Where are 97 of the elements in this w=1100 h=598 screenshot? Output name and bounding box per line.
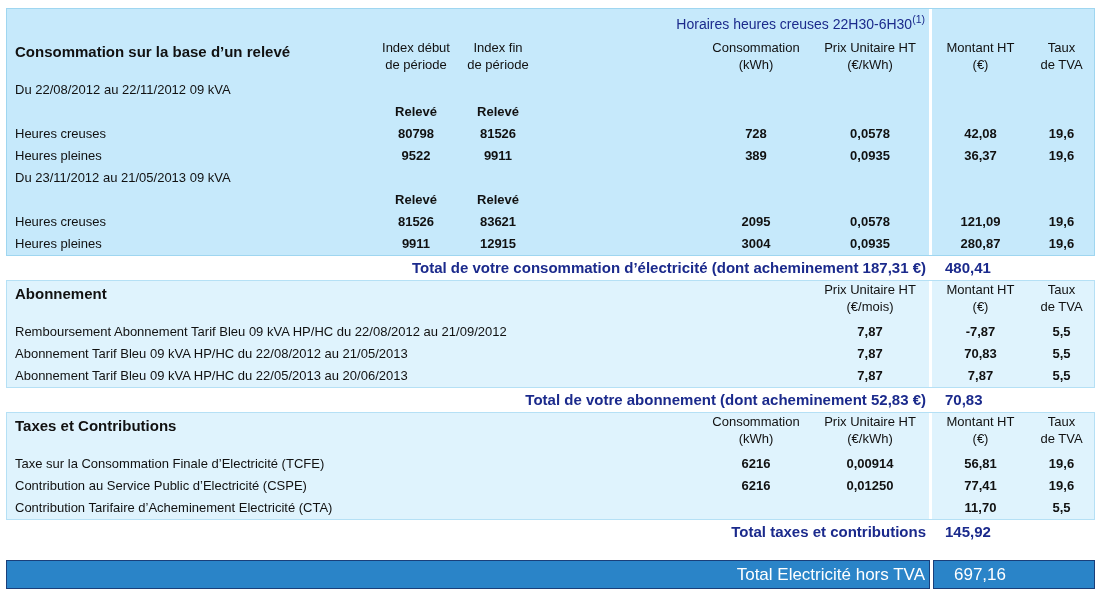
column-header: de TVA: [1039, 430, 1084, 447]
period-label: Du 23/11/2012 au 21/05/2013 09 kVA: [15, 169, 231, 188]
table-cell: 81526: [479, 126, 517, 142]
row-label: Abonnement Tarif Bleu 09 kVA HP/HC du 22/08/2012 au 21/05/2013: [15, 346, 408, 362]
total-label: Total taxes et contributions: [731, 521, 926, 542]
table-cell: 9911: [401, 236, 431, 252]
table-cell: 12915: [479, 236, 517, 252]
table-cell: Relevé: [477, 104, 519, 120]
table-cell: 70,83: [964, 346, 997, 362]
grand-total-amount: 697,16: [933, 560, 1095, 589]
column-header: de TVA: [1039, 56, 1084, 73]
table-cell: 0,0578: [850, 126, 890, 142]
column-header: Index début: [381, 39, 451, 56]
row-label: Heures pleines: [15, 236, 102, 252]
row-label: Abonnement Tarif Bleu 09 kVA HP/HC du 22/05/2013 au 20/06/2013: [15, 368, 408, 384]
column-header: (kWh): [737, 56, 775, 73]
table-cell: 6216: [741, 478, 771, 494]
table-cell: 0,01250: [846, 478, 894, 494]
row-label: Heures pleines: [15, 148, 102, 164]
total-amount: 70,83: [945, 390, 983, 408]
table-cell: 19,6: [1048, 148, 1075, 164]
table-cell: 389: [745, 148, 767, 164]
table-cell: 121,09: [960, 214, 1001, 230]
column-header: (€): [971, 430, 990, 447]
total-amount: 145,92: [945, 522, 991, 540]
table-cell: 81526: [397, 214, 435, 230]
table-cell: 728: [745, 126, 767, 142]
column-header: (€/kWh): [846, 56, 894, 73]
column-header: Montant HT: [945, 281, 1016, 298]
table-cell: 7,87: [857, 324, 883, 340]
table-cell: 9522: [401, 148, 431, 164]
column-header: Prix Unitaire HT: [823, 281, 917, 298]
table-cell: 7,87: [857, 346, 883, 362]
total-label: Total de votre consommation d’électricité (dont acheminement 187,31 €): [411, 257, 926, 278]
column-header: Consommation: [711, 413, 801, 430]
table-cell: 280,87: [960, 236, 1001, 252]
table-cell: 36,37: [964, 148, 997, 164]
table-cell: Relevé: [477, 192, 519, 208]
table-cell: 42,08: [964, 126, 997, 142]
table-cell: 19,6: [1048, 126, 1075, 142]
table-cell: 6216: [741, 456, 771, 472]
table-cell: 80798: [397, 126, 435, 142]
column-header: (€/mois): [845, 298, 895, 315]
column-header: Taux: [1046, 39, 1077, 56]
table-cell: 7,87: [967, 368, 994, 384]
column-header: (kWh): [737, 430, 775, 447]
column-header: (€): [971, 298, 990, 315]
row-label: Heures creuses: [15, 214, 107, 230]
column-header: Taux: [1046, 413, 1077, 430]
section-title: Abonnement: [15, 285, 107, 302]
row-label: Heures creuses: [15, 126, 107, 142]
row-label: Contribution au Service Public d’Electricité (CSPE): [15, 478, 307, 494]
column-header: de TVA: [1039, 298, 1084, 315]
grand-total-bar: Total Electricité hors TVA: [6, 560, 930, 589]
table-cell: 5,5: [1052, 346, 1071, 362]
table-cell: 3004: [741, 236, 771, 252]
table-cell: 0,0578: [850, 214, 890, 230]
row-label: Contribution Tarifaire d’Acheminement Electricité (CTA): [15, 500, 333, 516]
table-cell: 9911: [483, 148, 513, 164]
table-cell: 5,5: [1052, 324, 1071, 340]
column-header: de période: [384, 56, 448, 73]
table-cell: 19,6: [1048, 456, 1075, 472]
total-amount: 480,41: [945, 258, 991, 276]
table-cell: 83621: [479, 214, 517, 230]
column-header: Prix Unitaire HT: [823, 39, 917, 56]
table-cell: Relevé: [395, 104, 437, 120]
table-cell: 19,6: [1048, 236, 1075, 252]
column-header: Montant HT: [945, 39, 1016, 56]
row-label: Taxe sur la Consommation Finale d’Electricité (TCFE): [15, 456, 325, 472]
total-label: Total de votre abonnement (dont acheminement 52,83 €): [525, 389, 926, 410]
column-header: (€/kWh): [846, 430, 894, 447]
column-header: Taux: [1046, 281, 1077, 298]
column-header: Prix Unitaire HT: [823, 413, 917, 430]
table-cell: 77,41: [964, 478, 997, 494]
table-cell: 19,6: [1048, 478, 1075, 494]
section-title: Consommation sur la base d’un relevé: [15, 43, 291, 60]
period-label: Du 22/08/2012 au 22/11/2012 09 kVA: [15, 81, 231, 100]
table-cell: 7,87: [857, 368, 883, 384]
column-header: de période: [466, 56, 530, 73]
table-cell: 0,00914: [846, 456, 894, 472]
column-header: Index fin: [472, 39, 524, 56]
table-cell: 5,5: [1052, 368, 1071, 384]
column-header: Montant HT: [945, 413, 1016, 430]
row-label: Remboursement Abonnement Tarif Bleu 09 kVA HP/HC du 22/08/2012 au 21/09/2012: [15, 324, 507, 340]
section-title: Taxes et Contributions: [15, 417, 177, 434]
table-cell: 0,0935: [850, 236, 890, 252]
table-cell: 11,70: [964, 500, 997, 516]
schedule-note: Horaires heures creuses 22H30-6H30$^{(1)}$: [676, 13, 925, 34]
table-cell: 5,5: [1052, 500, 1071, 516]
column-header: Consommation: [711, 39, 801, 56]
table-cell: 0,0935: [850, 148, 890, 164]
column-header: (€): [971, 56, 990, 73]
table-cell: Relevé: [395, 192, 437, 208]
table-cell: 56,81: [964, 456, 997, 472]
table-cell: -7,87: [965, 324, 996, 340]
table-cell: 19,6: [1048, 214, 1075, 230]
table-cell: 2095: [741, 214, 771, 230]
